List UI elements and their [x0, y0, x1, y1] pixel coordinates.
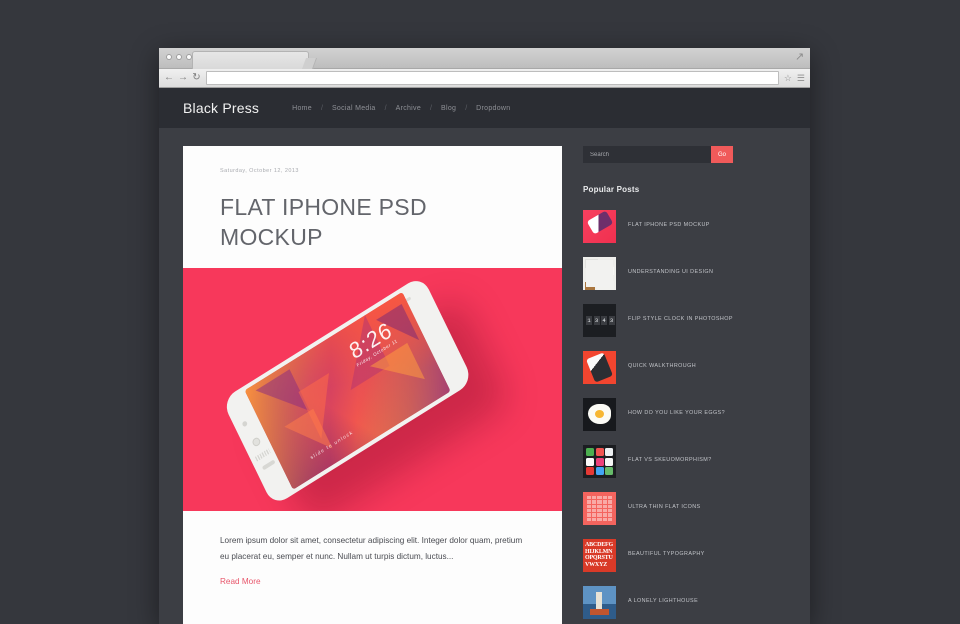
list-item[interactable]: A LONELY LIGHTHOUSE [583, 586, 733, 619]
article-excerpt: Lorem ipsum dolor sit amet, consectetur … [220, 536, 523, 561]
post-thumbnail [583, 492, 616, 525]
post-thumbnail [583, 257, 616, 290]
post-title-link[interactable]: FLIP STYLE CLOCK IN PHOTOSHOP [628, 315, 733, 323]
post-thumbnail [583, 351, 616, 384]
browser-window: ↗ ← → ↻ ☆ ☰ Black Press Home / Social Me… [159, 48, 810, 624]
search-input[interactable] [583, 146, 711, 163]
post-title[interactable]: FLAT IPHONE PSD MOCKUP [220, 192, 525, 252]
list-item[interactable]: ABCDEFG HIJKLMN OPQRSTU VWXYZ BEAUTIFUL … [583, 539, 733, 572]
post-thumbnail [583, 210, 616, 243]
back-arrow-icon[interactable]: ← [164, 73, 174, 83]
list-item[interactable]: UNDERSTANDING UI DESIGN [583, 257, 733, 290]
browser-titlebar: ↗ [159, 48, 810, 69]
list-item[interactable]: HOW DO YOU LIKE YOUR EGGS? [583, 398, 733, 431]
site-header: Black Press Home / Social Media / Archiv… [159, 88, 810, 128]
search-form: Go [583, 146, 733, 163]
address-bar[interactable] [206, 71, 779, 85]
close-window-button[interactable] [166, 54, 172, 60]
browser-toolbar: ← → ↻ ☆ ☰ [159, 69, 810, 88]
forward-arrow-icon[interactable]: → [178, 73, 188, 83]
nav-item-social-media[interactable]: Social Media [323, 105, 385, 112]
post-thumbnail [583, 398, 616, 431]
egg-yolk-icon [595, 410, 604, 418]
hamburger-menu-icon[interactable]: ☰ [797, 73, 805, 84]
screenshot-root: ↗ ← → ↻ ☆ ☰ Black Press Home / Social Me… [0, 0, 960, 624]
main-navigation: Home / Social Media / Archive / Blog / D… [283, 105, 519, 112]
iphone-mockup: 8:26 Friday, October 11 slide to unlock [204, 268, 504, 511]
post-title-link[interactable]: ULTRA THIN FLAT ICONS [628, 503, 701, 511]
app-icon-grid [586, 448, 613, 475]
lighthouse-icon [596, 592, 602, 610]
headphone-jack-icon [241, 420, 248, 428]
search-submit-button[interactable]: Go [711, 146, 733, 163]
site-brand[interactable]: Black Press [183, 100, 259, 116]
list-item[interactable]: FLAT VS SKEUOMORPHISM? [583, 445, 733, 478]
list-item[interactable]: ULTRA THIN FLAT ICONS [583, 492, 733, 525]
home-button-icon [251, 436, 262, 448]
list-item[interactable]: FLAT IPHONE PSD MOCKUP [583, 210, 733, 243]
nav-item-archive[interactable]: Archive [387, 105, 430, 112]
digit: 3 [593, 316, 600, 325]
browser-nav-buttons: ← → ↻ [164, 73, 201, 83]
resize-icon[interactable]: ↗ [795, 52, 805, 63]
post-thumbnail: ABCDEFG HIJKLMN OPQRSTU VWXYZ [583, 539, 616, 572]
digit: 3 [608, 316, 615, 325]
digit: 4 [601, 316, 607, 325]
post-title-link[interactable]: BEAUTIFUL TYPOGRAPHY [628, 550, 705, 558]
post-title-link[interactable]: A LONELY LIGHTHOUSE [628, 597, 698, 605]
post-thumbnail [583, 586, 616, 619]
nav-item-blog[interactable]: Blog [432, 105, 465, 112]
phone-screen: 8:26 Friday, October 11 slide to unlock [244, 291, 451, 490]
post-title-link[interactable]: FLAT VS SKEUOMORPHISM? [628, 456, 712, 464]
post-title-link[interactable]: QUICK WALKTHROUGH [628, 362, 696, 370]
reload-icon[interactable]: ↻ [192, 73, 201, 83]
site-body: Saturday, October 12, 2013 FLAT IPHONE P… [159, 128, 810, 624]
sidebar: Go Popular Posts FLAT IPHONE PSD MOCKUP [583, 146, 733, 624]
nav-item-dropdown[interactable]: Dropdown [467, 105, 519, 112]
list-item[interactable]: 1 3 4 3 FLIP STYLE CLOCK IN PHOTOSHOP [583, 304, 733, 337]
post-title-link[interactable]: UNDERSTANDING UI DESIGN [628, 268, 713, 276]
post-title-link[interactable]: HOW DO YOU LIKE YOUR EGGS? [628, 409, 725, 417]
website-viewport: Black Press Home / Social Media / Archiv… [159, 88, 810, 624]
popular-posts-heading: Popular Posts [583, 185, 640, 194]
post-date: Saturday, October 12, 2013 [220, 168, 299, 174]
thin-icon-grid [587, 496, 612, 521]
list-item[interactable]: QUICK WALKTHROUGH [583, 351, 733, 384]
flip-clock-digits: 1 3 4 3 [586, 316, 615, 325]
lightning-port-icon [261, 459, 276, 471]
star-icon[interactable]: ☆ [784, 73, 792, 84]
article-body: Lorem ipsum dolor sit amet, consectetur … [183, 511, 562, 609]
article-card: Saturday, October 12, 2013 FLAT IPHONE P… [183, 146, 562, 624]
article-header: Saturday, October 12, 2013 FLAT IPHONE P… [183, 146, 562, 268]
minimize-window-button[interactable] [176, 54, 182, 60]
typography-sample-text: ABCDEFG HIJKLMN OPQRSTU VWXYZ [585, 542, 613, 568]
post-thumbnail: 1 3 4 3 [583, 304, 616, 337]
lighthouse-base-icon [590, 609, 609, 615]
post-title-link[interactable]: FLAT IPHONE PSD MOCKUP [628, 221, 710, 229]
post-thumbnail [583, 445, 616, 478]
window-controls[interactable] [166, 54, 192, 60]
browser-tab[interactable] [192, 51, 309, 69]
digit: 1 [586, 316, 592, 325]
phone-body: 8:26 Friday, October 11 slide to unlock [221, 274, 474, 507]
speaker-grill-icon [254, 448, 271, 462]
read-more-link[interactable]: Read More [220, 577, 261, 586]
nav-item-home[interactable]: Home [283, 105, 321, 112]
browser-toolbar-icons: ☆ ☰ [784, 73, 805, 84]
article-hero-image: 8:26 Friday, October 11 slide to unlock [183, 268, 562, 511]
